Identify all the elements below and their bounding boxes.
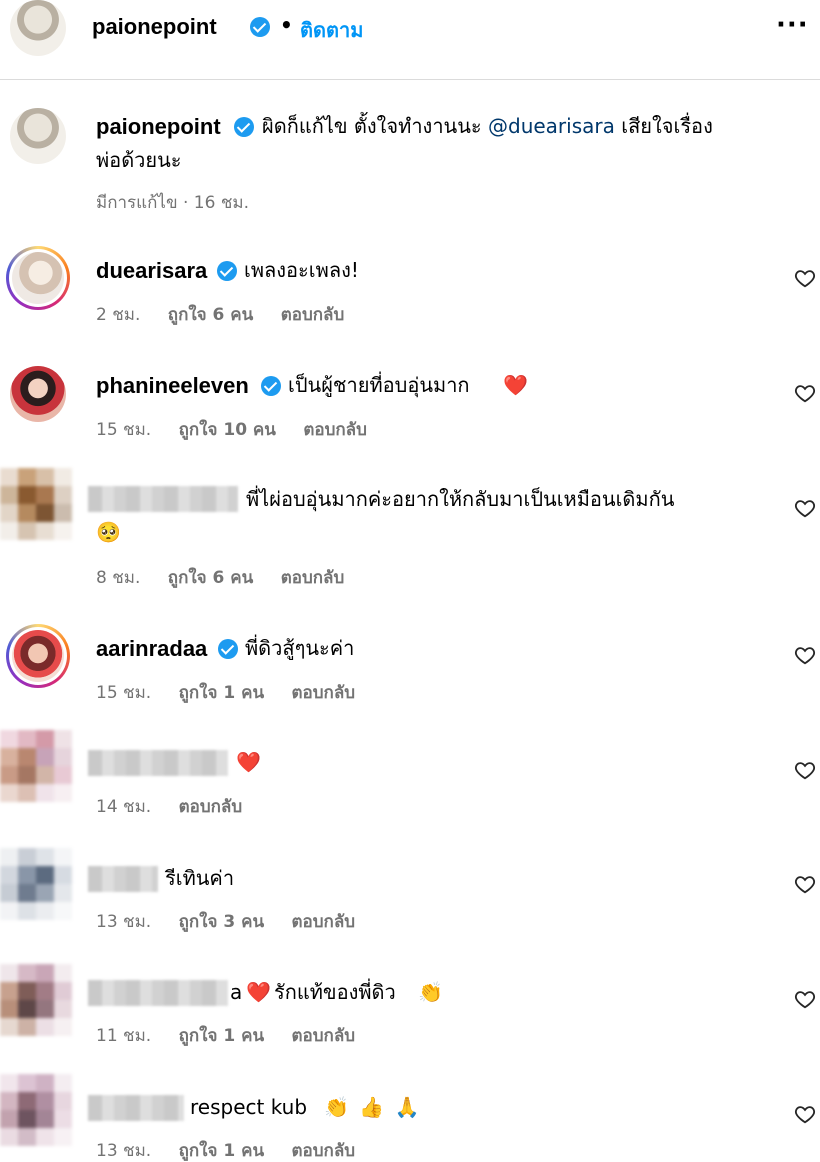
comment-text: respect kub	[190, 1095, 308, 1119]
avatar[interactable]	[0, 468, 72, 540]
like-heart-icon[interactable]	[794, 759, 816, 781]
avatar[interactable]	[0, 1074, 72, 1146]
like-heart-icon[interactable]	[794, 267, 816, 289]
likes-count[interactable]: ถูกใจ 1 คน	[179, 683, 265, 703]
blurred-username[interactable]	[88, 486, 238, 512]
reply-button[interactable]: ตอบกลับ	[292, 1026, 356, 1046]
like-heart-icon[interactable]	[794, 382, 816, 404]
comment-text: เป็นผู้ชายที่อบอุ่นมาก	[288, 373, 470, 397]
comment-time: 11 ชม.	[96, 1026, 152, 1046]
comment-meta: 2 ชม. ถูกใจ 6 คน ตอบกลับ	[96, 301, 366, 328]
avatar	[12, 630, 64, 682]
pleading-emoji: 🥺	[96, 520, 121, 544]
avatar[interactable]	[0, 848, 72, 920]
likes-count[interactable]: ถูกใจ 10 คน	[179, 420, 276, 440]
caption-meta: มีการแก้ไข · 16 ชม.	[96, 193, 249, 213]
avatar[interactable]	[0, 730, 72, 802]
reply-button[interactable]: ตอบกลับ	[292, 912, 356, 932]
verified-badge-icon	[250, 17, 270, 37]
caption-text-part2: เสียใจเรื่อง	[621, 114, 713, 138]
post-header: paionepoint • ติดตาม ···	[0, 0, 820, 80]
story-ring[interactable]	[6, 246, 70, 310]
more-options-button[interactable]: ···	[776, 10, 809, 40]
verified-badge-icon	[217, 261, 237, 281]
comment-username[interactable]: phanineeleven	[96, 373, 249, 399]
blurred-username[interactable]	[88, 980, 228, 1006]
clap-emoji: 👏	[418, 980, 443, 1004]
comment-meta: 8 ชม. ถูกใจ 6 คน ตอบกลับ	[96, 564, 366, 591]
heart-emoji: ❤️	[503, 373, 528, 397]
comment-text: พี่ไผ่อบอุ่นมากค่ะอยากให้กลับมาเป็นเหมือ…	[246, 487, 675, 511]
verified-badge-icon	[261, 376, 281, 396]
avatar	[12, 252, 64, 304]
reply-button[interactable]: ตอบกลับ	[179, 797, 243, 817]
avatar[interactable]	[0, 964, 72, 1036]
likes-count[interactable]: ถูกใจ 1 คน	[179, 1026, 265, 1046]
avatar[interactable]	[10, 0, 66, 56]
comment-text-prefix: a	[230, 980, 243, 1004]
comment-text: รีเทินค่า	[165, 866, 235, 890]
comment-text: เพลงอะเพลง!	[244, 258, 359, 282]
caption-text: ผิดก็แก้ไข ตั้งใจทำงานนะ @duearisara เสี…	[262, 111, 713, 141]
reply-button[interactable]: ตอบกลับ	[281, 305, 345, 325]
comment-time: 14 ชม.	[96, 797, 152, 817]
likes-count[interactable]: ถูกใจ 6 คน	[168, 568, 254, 588]
likes-count[interactable]: ถูกใจ 3 คน	[179, 912, 265, 932]
comment-text: พี่ดิวสู้ๆนะค่า	[245, 636, 355, 660]
likes-count[interactable]: ถูกใจ 1 คน	[179, 1141, 265, 1161]
comment-time: 15 ชม.	[96, 420, 152, 440]
verified-badge-icon	[218, 639, 238, 659]
caption-avatar[interactable]	[10, 108, 66, 164]
comment-text: รักแท้ของพี่ดิว	[274, 980, 396, 1004]
comment-username[interactable]: aarinradaa	[96, 636, 207, 662]
comment-meta: 13 ชม. ถูกใจ 3 คน ตอบกลับ	[96, 908, 377, 935]
comment-meta: 15 ชม. ถูกใจ 1 คน ตอบกลับ	[96, 679, 377, 706]
comment-time: 2 ชม.	[96, 305, 141, 325]
comment-username[interactable]: duearisara	[96, 258, 207, 284]
blurred-username[interactable]	[88, 750, 228, 776]
comment-meta: 14 ชม. ตอบกลับ	[96, 793, 264, 820]
like-heart-icon[interactable]	[794, 988, 816, 1010]
blurred-username[interactable]	[88, 1095, 184, 1121]
follow-button[interactable]: ติดตาม	[300, 14, 363, 46]
comment-time: 15 ชม.	[96, 683, 152, 703]
heart-emoji: ❤️	[236, 750, 261, 774]
caption-text-part1: ผิดก็แก้ไข ตั้งใจทำงานนะ	[262, 114, 482, 138]
mention-link[interactable]: @duearisara	[488, 114, 615, 138]
caption-text-line2: พ่อด้วยนะ	[96, 148, 182, 172]
heart-emoji: ❤️	[246, 980, 271, 1004]
likes-count[interactable]: ถูกใจ 6 คน	[168, 305, 254, 325]
verified-badge-icon	[234, 117, 254, 137]
like-heart-icon[interactable]	[794, 497, 816, 519]
header-username[interactable]: paionepoint	[92, 14, 217, 40]
reply-button[interactable]: ตอบกลับ	[292, 1141, 356, 1161]
comment-time: 13 ชม.	[96, 912, 152, 932]
comment-meta: 11 ชม. ถูกใจ 1 คน ตอบกลับ	[96, 1022, 377, 1049]
reply-button[interactable]: ตอบกลับ	[303, 420, 367, 440]
caption-username[interactable]: paionepoint	[96, 114, 221, 140]
story-ring[interactable]	[6, 624, 70, 688]
reply-button[interactable]: ตอบกลับ	[281, 568, 345, 588]
comment-time: 13 ชม.	[96, 1141, 152, 1161]
comment-meta: 13 ชม. ถูกใจ 1 คน ตอบกลับ	[96, 1137, 377, 1162]
like-heart-icon[interactable]	[794, 644, 816, 666]
like-heart-icon[interactable]	[794, 873, 816, 895]
comment-meta: 15 ชม. ถูกใจ 10 คน ตอบกลับ	[96, 416, 389, 443]
blurred-username[interactable]	[88, 866, 158, 892]
separator-dot: •	[280, 13, 293, 37]
comment-time: 8 ชม.	[96, 568, 141, 588]
like-heart-icon[interactable]	[794, 1103, 816, 1125]
reply-button[interactable]: ตอบกลับ	[292, 683, 356, 703]
avatar[interactable]	[10, 366, 66, 422]
emoji-group: 👏 👍 🙏	[324, 1095, 422, 1119]
